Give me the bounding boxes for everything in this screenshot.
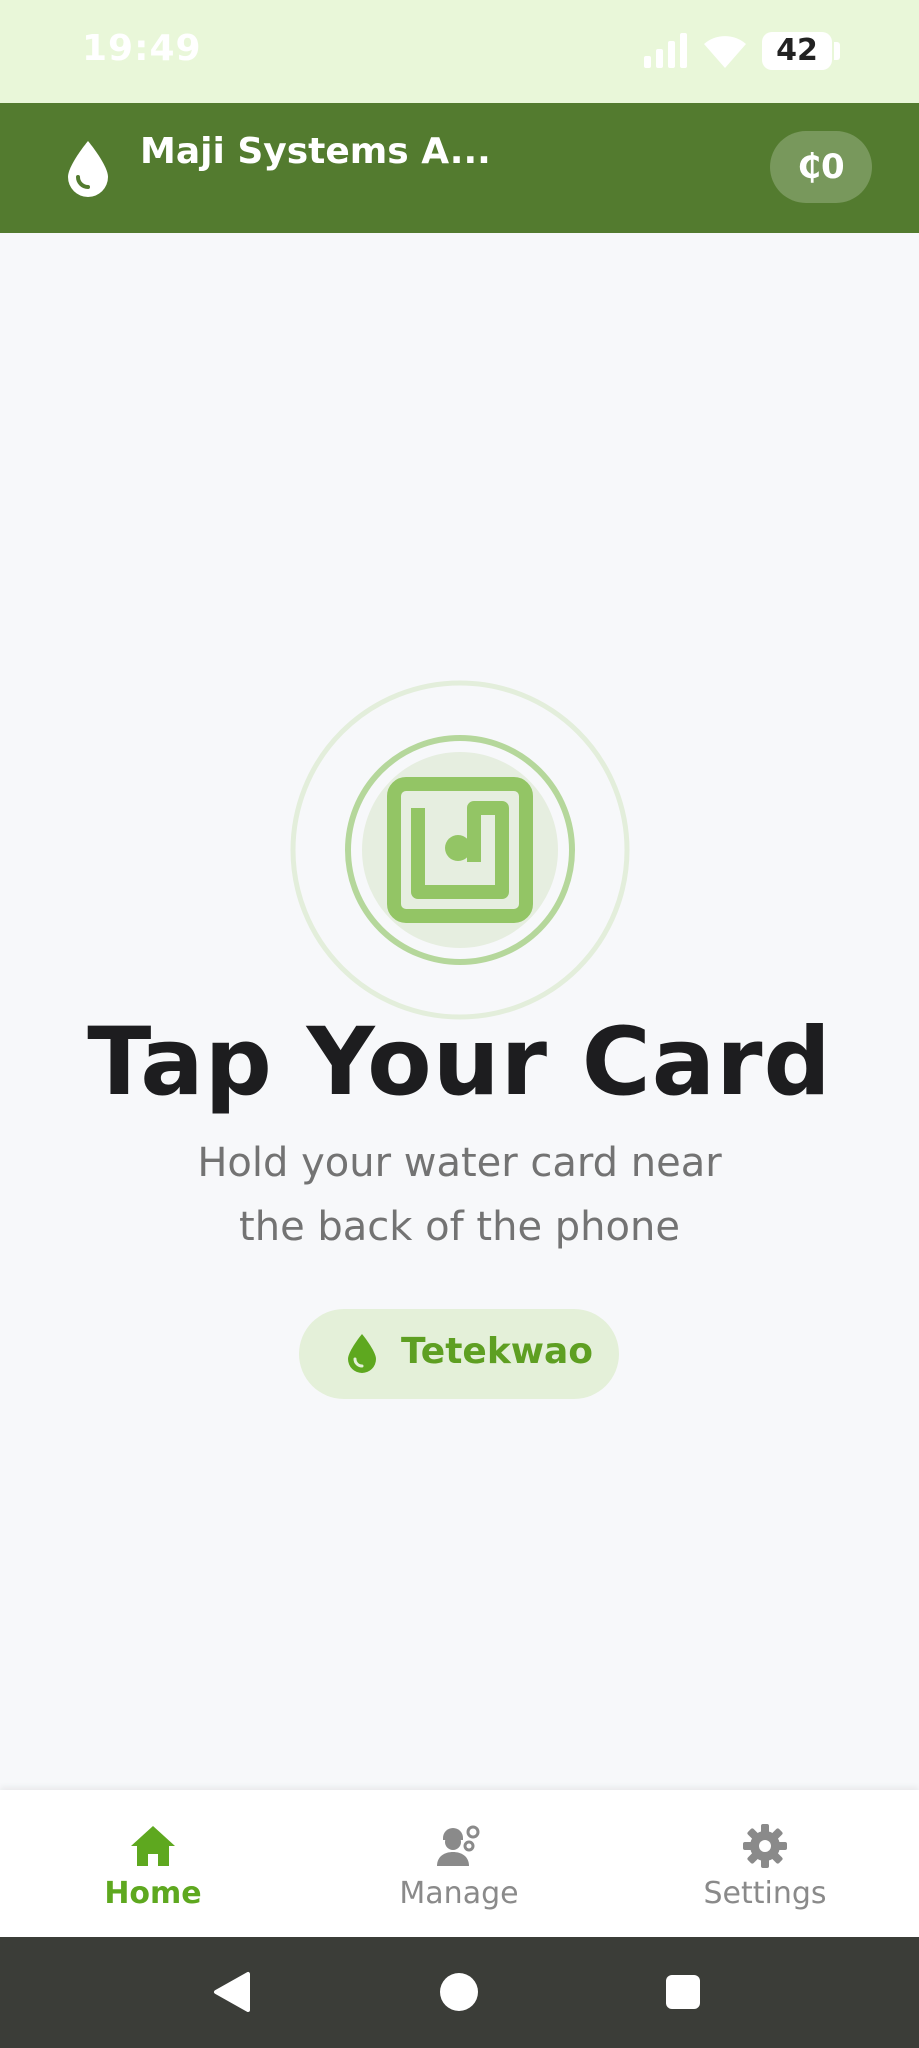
wifi-icon (704, 36, 746, 68)
nav-label-settings: Settings (703, 1876, 827, 1911)
water-drop-icon (348, 1334, 376, 1373)
nav-item-settings[interactable]: Settings (612, 1790, 918, 1937)
system-nav-bar (0, 1937, 919, 2048)
station-name: Tetekwao (401, 1331, 594, 1372)
app-title: Maji Systems A... (140, 131, 491, 172)
instruction-text-line2: the back of the phone (239, 1204, 680, 1250)
nfc-icon (290, 680, 630, 1020)
water-drop-icon (68, 141, 108, 197)
signal-icon (644, 33, 687, 68)
home-circle-icon[interactable] (440, 1973, 478, 2011)
back-icon[interactable] (212, 1971, 252, 2013)
nav-label-home: Home (104, 1876, 202, 1911)
battery-level: 42 (776, 33, 818, 68)
status-bar: 19:49 42 (0, 0, 919, 103)
nav-label-manage: Manage (399, 1876, 519, 1911)
balance-badge[interactable]: ₵0 (770, 131, 872, 203)
station-chip[interactable]: Tetekwao (299, 1309, 619, 1399)
battery-icon: 42 (762, 32, 832, 70)
nav-item-manage[interactable]: Manage (306, 1790, 612, 1937)
bottom-nav: Home Manage Settings (0, 1790, 919, 1937)
status-time: 19:49 (82, 28, 202, 69)
home-icon (131, 1826, 175, 1866)
battery-tip (834, 42, 840, 60)
instruction-text-line1: Hold your water card near (197, 1140, 722, 1186)
gear-icon (743, 1824, 787, 1868)
screen: 19:49 42 Maji Systems A... ₵0 Tap Your C… (0, 0, 919, 2048)
nav-item-home[interactable]: Home (0, 1790, 306, 1937)
manage-workers-icon (437, 1825, 480, 1866)
app-bar: Maji Systems A... ₵0 (0, 103, 919, 233)
recents-icon[interactable] (666, 1975, 700, 2009)
page-title: Tap Your Card (87, 1008, 832, 1117)
